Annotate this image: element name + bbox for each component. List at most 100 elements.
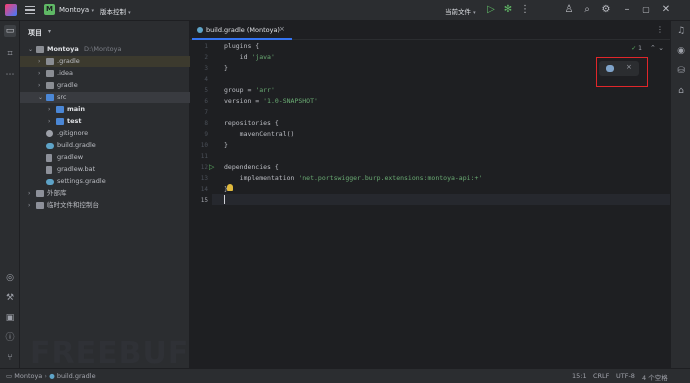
highlight-annotation-box [596,57,648,87]
more-tabs-icon[interactable]: ⋮ [656,25,664,34]
tree-item[interactable]: build.gradle [20,140,190,151]
gradle-tool-icon[interactable]: ⌂ [675,85,687,97]
chevron-right-icon[interactable]: › [28,188,30,199]
line-number: 5 [204,87,208,94]
chevron-down-icon[interactable]: ⌄ [28,44,33,55]
folder-icon [46,58,54,65]
chevron-down-icon[interactable]: ⌄ [38,92,43,103]
tree-item[interactable]: › main [20,104,190,115]
line-number: 15 [200,197,208,204]
tree-item[interactable]: gradlew [20,152,190,163]
tree-item[interactable]: settings.gradle [20,176,190,187]
build-tool-icon[interactable]: ⚒ [4,292,16,304]
project-tool-icon[interactable]: ▭ [4,25,16,37]
file-encoding[interactable]: UTF-8 [616,372,635,380]
run-config-selector[interactable]: 当前文件 ▾ [445,6,476,16]
title-bar: M Montoya ▾ 版本控制 ▾ 当前文件 ▾ ▷ ✻ ⋮ ♙ ⌕ ⚙ – … [0,0,690,21]
run-icon[interactable]: ▷ [485,4,497,16]
gradle-icon [46,178,54,185]
tree-item[interactable]: gradlew.bat [20,164,190,175]
indent-setting[interactable]: 4 个空格 [642,372,668,382]
code-line-3[interactable]: } [224,63,228,74]
code-line-13[interactable]: implementation 'net.portswigger.burp.ext… [224,173,483,184]
more-actions-icon[interactable]: ⋮ [519,4,531,16]
tree-item[interactable]: ⌄ src [20,92,190,103]
close-icon[interactable]: × [279,25,285,33]
close-window-icon[interactable]: ✕ [660,4,672,16]
notifications-icon[interactable]: ♫ [675,25,687,37]
scratch-icon [36,202,44,209]
code-line-2[interactable]: id 'java' [224,52,275,63]
git-tool-icon[interactable]: ⑂ [4,352,16,364]
code-line-8[interactable]: repositories { [224,118,279,129]
restore-icon[interactable]: ▢ [640,4,652,16]
code-line-1[interactable]: plugins { [224,41,259,52]
status-bar: ▭ Montoya › ● build.gradle 15:1 CRLF UTF… [0,368,690,383]
project-switcher[interactable]: Montoya ▾ [59,6,94,14]
inspection-nav-arrows[interactable]: ⌃ ⌄ [650,44,664,52]
run-gutter-icon[interactable]: ▷ [209,163,214,171]
tree-item[interactable]: › 外部库 [20,188,190,199]
inspection-widget[interactable]: ✓ 1 [631,45,642,52]
line-number: 6 [204,98,208,105]
breadcrumb[interactable]: ▭ Montoya › ● build.gradle [6,372,96,380]
left-tool-strip: ▭ ⌗ ⋯ ◎ ⚒ ▣ ⓘ ⑂ [0,21,20,368]
vcs-menu[interactable]: 版本控制 ▾ [100,6,131,16]
tree-item[interactable]: › .gradle [20,56,190,67]
tree-item-label: build.gradle [57,141,96,149]
code-line-14[interactable]: } [224,184,228,195]
file-icon [46,165,52,174]
chevron-right-icon[interactable]: › [38,56,40,67]
line-number: 8 [204,120,208,127]
tree-item-label: src [57,93,67,101]
folder-icon [36,46,44,53]
library-icon [36,190,44,197]
tree-item[interactable]: › gradle [20,80,190,91]
tree-item-label: settings.gradle [57,177,106,185]
folder-icon [46,70,54,77]
more-tools-icon[interactable]: ⋯ [4,69,16,81]
tree-item-label: Montoya [47,45,79,53]
file-icon [46,153,52,162]
tree-item-label: gradlew [57,153,84,161]
tree-item[interactable]: .gitignore [20,128,190,139]
line-number: 13 [200,175,208,182]
problems-tool-icon[interactable]: ⓘ [4,332,16,344]
minimize-icon[interactable]: – [621,4,633,16]
chevron-right-icon[interactable]: › [38,80,40,91]
line-number: 3 [204,65,208,72]
tree-item[interactable]: ⌄ Montoya D:\Montoya [20,44,190,55]
code-line-9[interactable]: mavenCentral() [224,129,295,140]
caret-position[interactable]: 15:1 [572,372,587,380]
structure-tool-icon[interactable]: ⌗ [4,48,16,60]
search-icon[interactable]: ⌕ [581,4,593,16]
tree-item[interactable]: › test [20,116,190,127]
chevron-right-icon[interactable]: › [38,68,40,79]
line-ending[interactable]: CRLF [593,372,609,380]
code-line-5[interactable]: group = 'arr' [224,85,275,96]
tree-item[interactable]: › .idea [20,68,190,79]
services-tool-icon[interactable]: ◎ [4,272,16,284]
folder-icon [46,94,54,101]
tree-item-label: test [67,117,82,125]
terminal-tool-icon[interactable]: ▣ [4,312,16,324]
chevron-right-icon[interactable]: › [48,104,50,115]
settings-icon[interactable]: ⚙ [600,4,612,16]
text-caret [224,195,225,204]
code-line-12[interactable]: dependencies { [224,162,279,173]
tab-build-gradle[interactable]: build.gradle (Montoya) × [192,21,292,40]
project-panel: 项目 ▾ ⌄ Montoya D:\Montoya › .gradle › .idea › gr… [20,21,190,368]
account-icon[interactable]: ♙ [563,4,575,16]
code-line-10[interactable]: } [224,140,228,151]
debug-icon[interactable]: ✻ [502,4,514,16]
database-icon[interactable]: ⛁ [675,65,687,77]
ai-assistant-icon[interactable]: ◉ [675,45,687,57]
main-menu-icon[interactable] [25,6,35,14]
code-line-6[interactable]: version = '1.0-SNAPSHOT' [224,96,318,107]
project-badge[interactable]: M [44,4,55,15]
chevron-right-icon[interactable]: › [48,116,50,127]
tree-item-label: 外部库 [47,189,67,197]
tree-item[interactable]: › 临时文件和控制台 [20,200,190,211]
chevron-down-icon[interactable]: ▾ [48,28,51,35]
chevron-right-icon[interactable]: › [28,200,30,211]
